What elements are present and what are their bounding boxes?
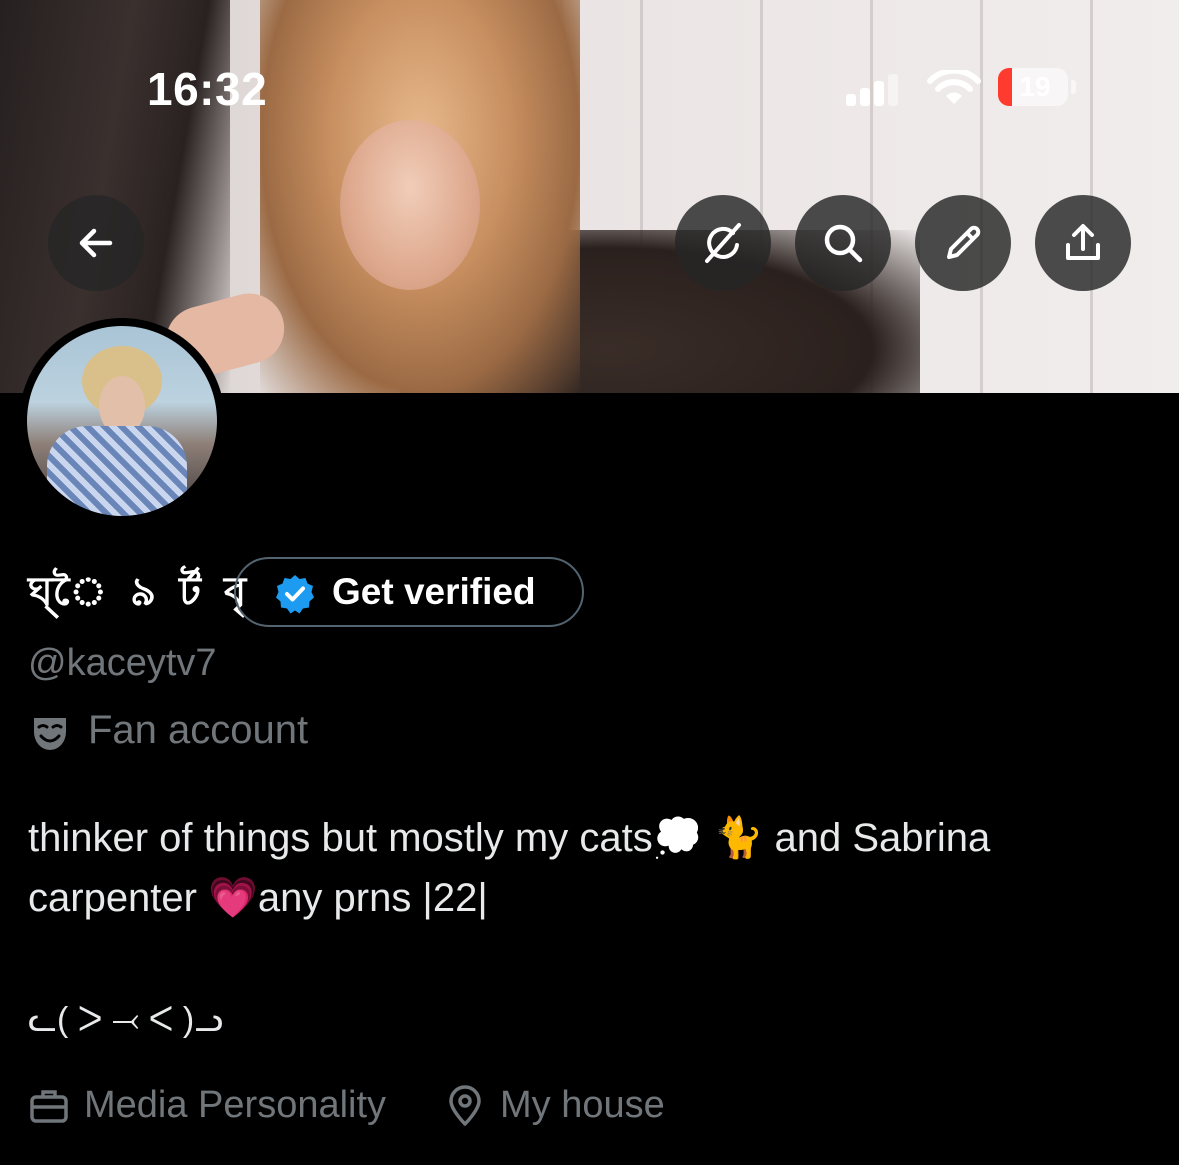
banner-decor	[980, 0, 983, 393]
get-verified-label: Get verified	[332, 571, 536, 612]
verified-badge-icon	[276, 575, 314, 614]
banner-decor	[340, 120, 480, 290]
search-icon	[824, 224, 863, 263]
grok-icon	[705, 223, 741, 263]
location-label: My house	[500, 1084, 665, 1126]
bio: thinker of things but mostly my cats💭 🐈 …	[28, 808, 1158, 928]
grok-button[interactable]	[675, 195, 771, 291]
profession-label: Media Personality	[84, 1084, 387, 1126]
briefcase-icon	[30, 1090, 68, 1123]
status-time: 16:32	[147, 63, 268, 115]
profile-meta: Media Personality My house	[28, 1080, 1158, 1130]
bio-line: carpenter 💗any prns |22|	[28, 876, 488, 920]
handle: @kaceytv7	[28, 642, 217, 684]
share-icon	[1066, 224, 1100, 260]
pencil-icon	[947, 225, 981, 259]
display-name: ঘ্ৈ ৯ ৰ্ট বৃ	[28, 570, 253, 614]
category-label: Fan account	[88, 708, 309, 752]
battery-nub	[1071, 80, 1076, 94]
edit-button[interactable]	[915, 195, 1011, 291]
wifi-icon	[927, 70, 981, 104]
back-button[interactable]	[48, 195, 144, 291]
bio-line: thinker of things but mostly my cats💭 🐈 …	[28, 816, 991, 860]
get-verified-button[interactable]: Get verified	[234, 557, 584, 627]
back-arrow-icon	[79, 228, 113, 258]
avatar[interactable]	[19, 318, 225, 524]
search-button[interactable]	[795, 195, 891, 291]
bio-kaomoji: ᓚ( ᐳ ⤙ ᐸ )ᓗ	[28, 1001, 224, 1039]
battery-indicator: 19	[998, 68, 1068, 106]
avatar-image	[27, 326, 217, 516]
theater-mask-icon	[34, 718, 66, 750]
battery-level: 19	[1019, 71, 1051, 102]
location-pin-icon	[449, 1085, 481, 1126]
cellular-signal-icon	[846, 74, 906, 106]
share-button[interactable]	[1035, 195, 1131, 291]
